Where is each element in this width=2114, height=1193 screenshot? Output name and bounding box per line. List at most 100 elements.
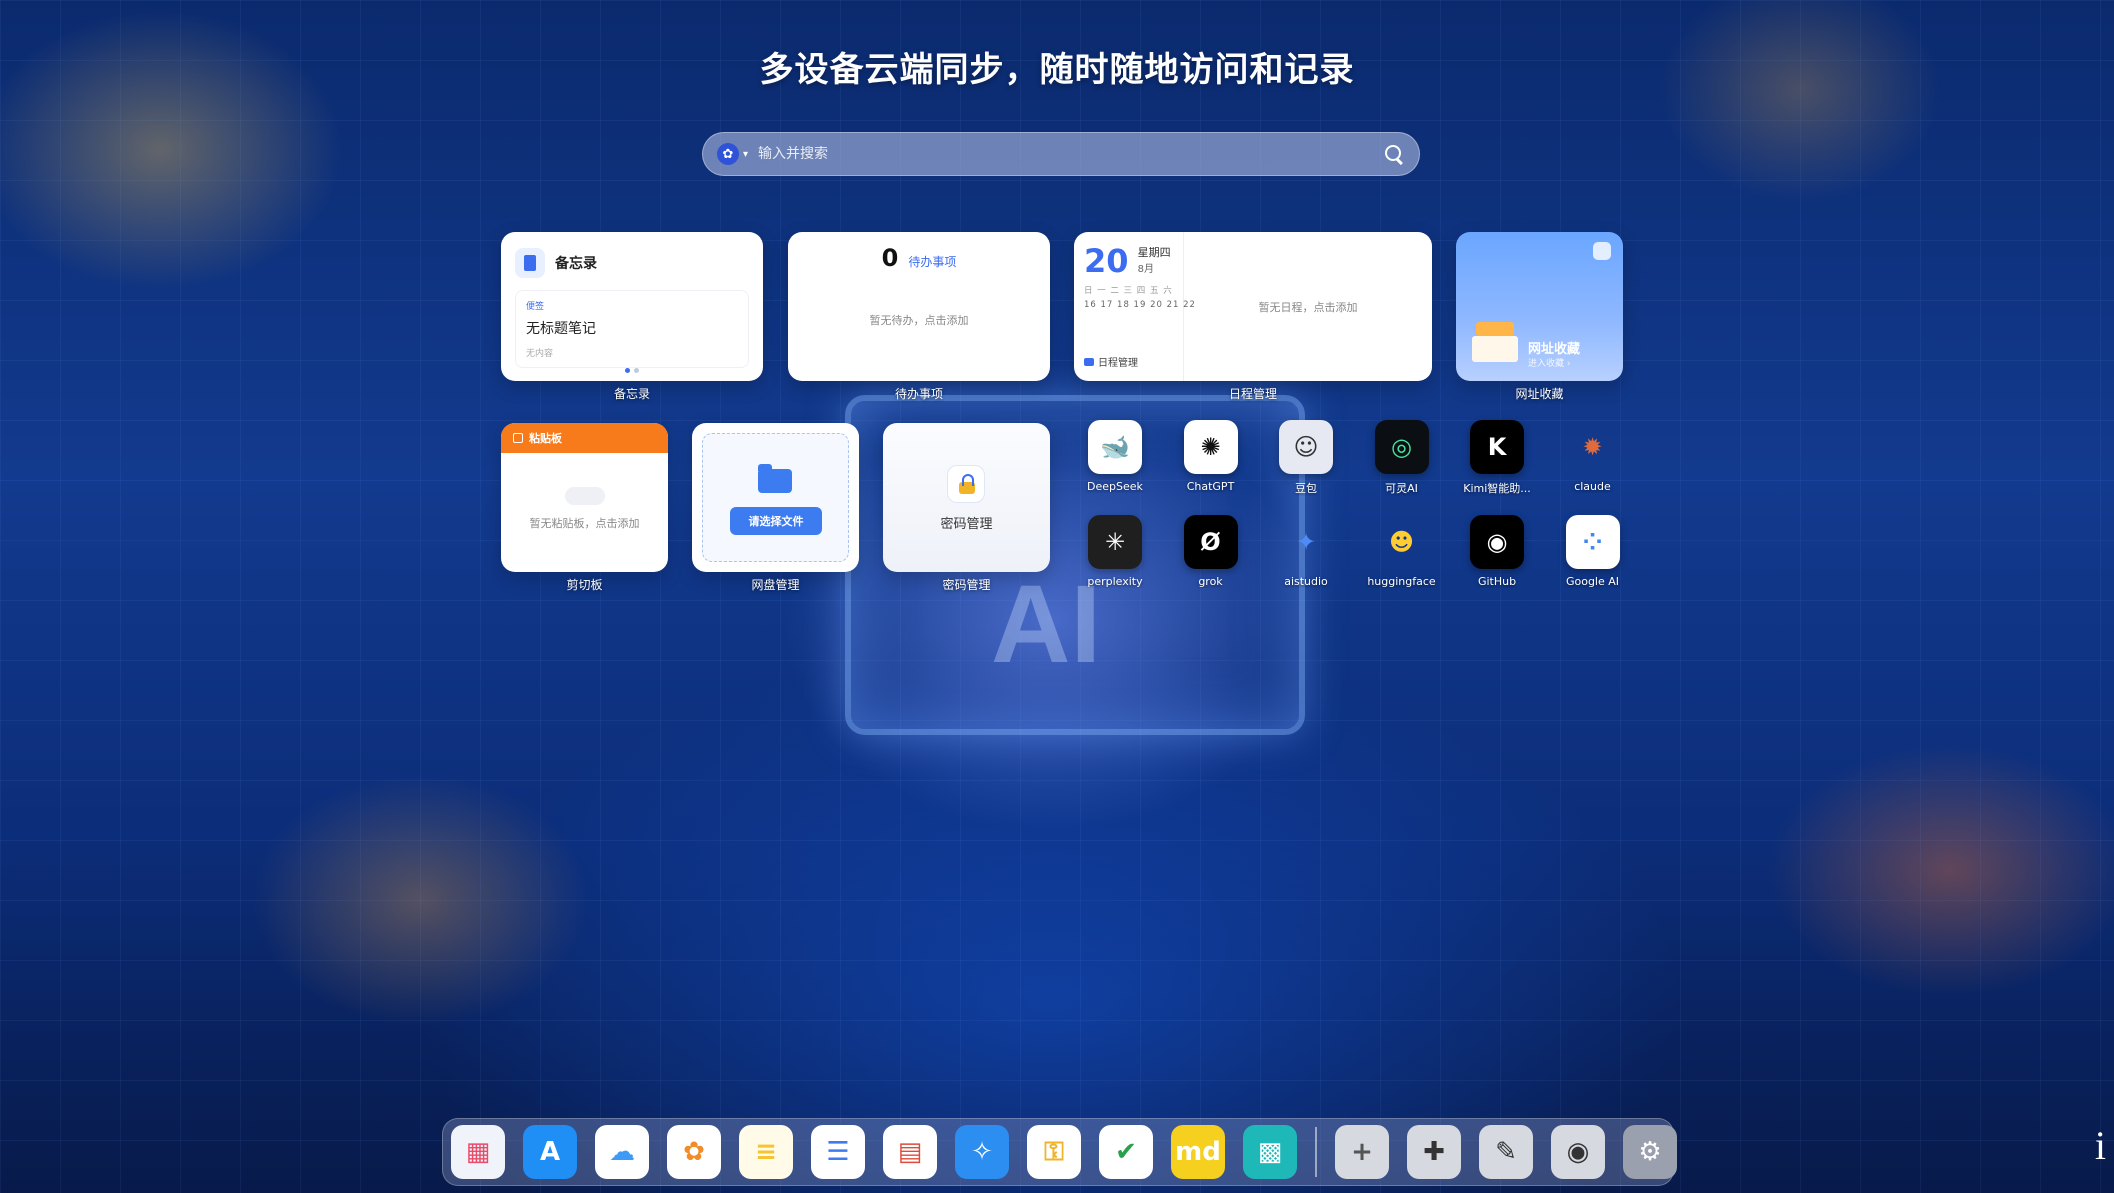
qrcode-icon[interactable]: ▩	[1243, 1125, 1297, 1179]
memo-caption: 备忘录	[613, 387, 650, 401]
camera-settings-icon[interactable]: ◉	[1551, 1125, 1605, 1179]
bookmarks-caption: 网址收藏	[1515, 387, 1564, 401]
kling-icon: ◎	[1374, 420, 1429, 474]
disk-caption: 网盘管理	[751, 578, 800, 592]
bookmarks-widget[interactable]: 网址收藏 进入收藏 ›	[1456, 232, 1623, 381]
disk-dropzone[interactable]	[702, 433, 849, 562]
notes-icon[interactable]: ≡	[739, 1125, 793, 1179]
app-shortcut[interactable]: ✦ aistudio	[1266, 515, 1346, 588]
search-bar[interactable]: ✿ ▾	[702, 132, 1420, 176]
clipboard-widget[interactable]: 粘贴板 暂无粘贴板，点击添加	[501, 423, 668, 572]
empty-cloud-icon	[564, 487, 605, 505]
todo-widget[interactable]: 0 待办事项 暂无待办，点击添加	[788, 232, 1050, 381]
claude-icon: ✹	[1582, 433, 1603, 461]
app-shortcut[interactable]: ⁘ Google AI	[1553, 515, 1633, 588]
puzzle-icon[interactable]: ✚	[1407, 1125, 1461, 1179]
search-icon[interactable]	[1383, 143, 1405, 165]
markdown-icon[interactable]: md	[1171, 1125, 1225, 1179]
app-shortcut[interactable]: ✺ ChatGPT	[1171, 420, 1251, 493]
kimi-icon: K	[1470, 420, 1524, 474]
add-icon[interactable]: +	[1335, 1125, 1389, 1179]
app-shortcut[interactable]: ☻ huggingface	[1362, 515, 1442, 588]
memo-note-content: 无内容	[526, 349, 554, 359]
calendar-month: 8月	[1137, 264, 1154, 275]
todo-app-icon[interactable]: ✔	[1099, 1125, 1153, 1179]
lock-icon	[947, 465, 985, 503]
app-shortcut-label: aistudio	[1284, 575, 1328, 588]
launchpad-icon[interactable]: ▦	[451, 1125, 505, 1179]
app-shortcut-label: huggingface	[1367, 575, 1436, 588]
baidu-paw-icon: ✿	[717, 143, 739, 165]
app-shortcut[interactable]: ✳ perplexity	[1075, 515, 1155, 588]
photos-icon[interactable]: ✿	[667, 1125, 721, 1179]
select-file-button[interactable]: 请选择文件	[730, 507, 822, 535]
icloud-icon[interactable]: ☁	[595, 1125, 649, 1179]
reminders-icon[interactable]: ☰	[811, 1125, 865, 1179]
bookmark-corner-icon	[1593, 242, 1611, 260]
aistudio-icon: ✦	[1295, 528, 1317, 556]
doubao-icon: ☺	[1279, 420, 1333, 474]
todo-caption: 待办事项	[894, 387, 943, 401]
dock-separator	[1315, 1127, 1317, 1177]
bookmarks-enter-link[interactable]: 进入收藏 ›	[1528, 356, 1570, 369]
calendar-weekday: 星期四	[1137, 246, 1171, 259]
search-engine-selector[interactable]: ✿ ▾	[717, 143, 748, 165]
app-shortcut-label: 豆包	[1295, 482, 1317, 495]
app-shortcut[interactable]: Øgrok	[1171, 515, 1251, 588]
app-shortcut-label: 可灵AI	[1385, 482, 1418, 495]
calendar-caption: 日程管理	[1228, 387, 1277, 401]
app-shortcut[interactable]: 🐋 DeepSeek	[1075, 420, 1155, 493]
memo-title: 备忘录	[555, 256, 597, 272]
folder-icon	[758, 464, 792, 493]
memo-note-card[interactable]: 便签 无标题笔记 无内容	[515, 290, 749, 368]
perplexity-icon: ✳	[1088, 515, 1142, 569]
app-shortcut-label: grok	[1198, 575, 1223, 588]
disk-widget[interactable]: 请选择文件	[692, 423, 859, 572]
password-label: 密码管理	[940, 517, 993, 532]
calendar-widget[interactable]: 20 星期四 8月 日 一 二 三 四 五 六 16 17 18 19 20 2…	[1074, 232, 1432, 381]
app-shortcut-label: DeepSeek	[1087, 480, 1143, 493]
app-shortcut-label: claude	[1574, 480, 1611, 493]
app-shortcut-label: GitHub	[1477, 575, 1517, 588]
clipboard-empty-text[interactable]: 暂无粘贴板，点击添加	[501, 515, 668, 531]
app-shortcut[interactable]: K Kimi智能助...	[1457, 420, 1537, 496]
memo-note-title: 无标题笔记	[526, 321, 596, 337]
clipboard-title: 粘贴板	[529, 432, 562, 445]
app-shortcut-label: Google AI	[1565, 575, 1620, 588]
password-widget[interactable]: 密码管理	[883, 423, 1050, 572]
safari-icon[interactable]: ✧	[955, 1125, 1009, 1179]
memo-icon	[515, 248, 545, 278]
page-headline: 多设备云端同步，随时随地访问和记录	[759, 50, 1355, 90]
search-input[interactable]	[758, 146, 1383, 162]
calendar-schedule-label: 日程管理	[1098, 358, 1138, 369]
calendar-schedule-link[interactable]: 日程管理	[1084, 354, 1138, 369]
todo-empty-text[interactable]: 暂无待办，点击添加	[788, 312, 1050, 328]
memo-note-tag: 便签	[526, 302, 545, 312]
google-ai-icon: ⁘	[1565, 515, 1620, 569]
bookmark-house-icon	[1472, 322, 1518, 362]
settings-icon[interactable]: ⚙	[1623, 1125, 1677, 1179]
app-shortcut[interactable]: ✹ claude	[1553, 420, 1633, 493]
deepseek-icon: 🐋	[1088, 420, 1142, 474]
memo-widget[interactable]: 备忘录 便签 无标题笔记 无内容	[501, 232, 763, 381]
app-store-icon[interactable]: A	[523, 1125, 577, 1179]
dock: ▦ A ☁ ✿ ≡ ☰ ▤ ✧ ⚿ ✔ md ▩ + ✚ ✎ ◉ ⚙	[442, 1118, 1677, 1186]
passwords-icon[interactable]: ⚿	[1027, 1125, 1081, 1179]
app-shortcut[interactable]: ◎ 可灵AI	[1362, 420, 1442, 496]
calendar-icon[interactable]: ▤	[883, 1125, 937, 1179]
calendar-empty-text[interactable]: 暂无日程，点击添加	[1184, 232, 1432, 381]
clipboard-icon	[513, 433, 523, 443]
brush-icon[interactable]: ✎	[1479, 1125, 1533, 1179]
todo-label: 待办事项	[908, 255, 957, 269]
app-shortcut-label: perplexity	[1087, 575, 1143, 588]
todo-count: 0	[881, 244, 899, 272]
chevron-down-icon: ▾	[743, 148, 749, 160]
huggingface-icon: ☻	[1388, 528, 1415, 556]
calendar-day: 20	[1084, 242, 1129, 280]
calendar-week-header: 日 一 二 三 四 五 六	[1084, 286, 1173, 296]
memo-pager-dots[interactable]	[625, 368, 639, 373]
info-edge-icon[interactable]: i	[2095, 1122, 2106, 1169]
app-shortcut[interactable]: ◉ GitHub	[1457, 515, 1537, 588]
app-shortcut[interactable]: ☺ 豆包	[1266, 420, 1346, 496]
github-icon: ◉	[1470, 515, 1524, 569]
